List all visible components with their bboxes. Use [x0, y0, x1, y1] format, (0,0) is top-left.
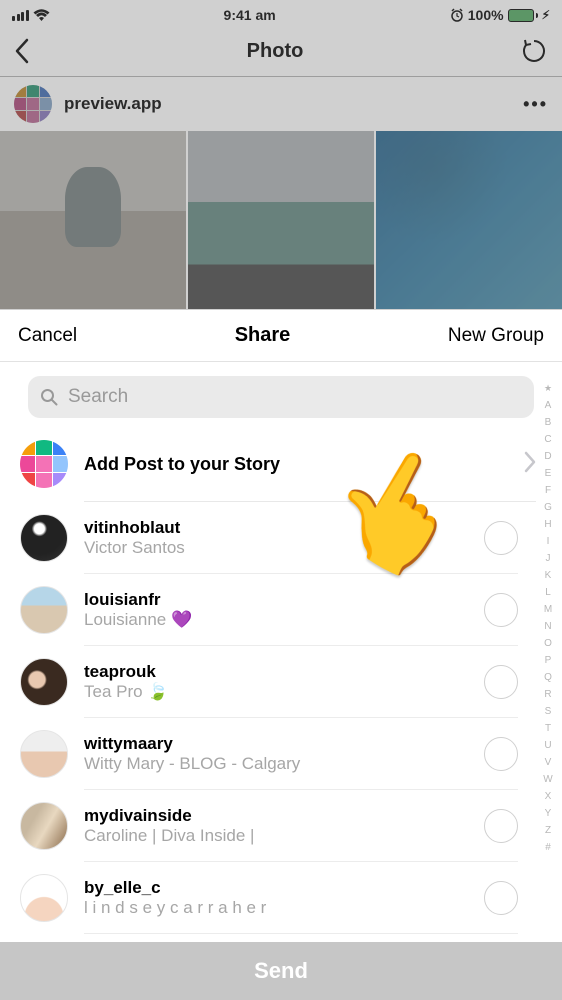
- carousel-image: [0, 131, 186, 309]
- search-icon: [40, 388, 58, 406]
- alpha-index-letter[interactable]: A: [545, 397, 552, 414]
- add-to-story-label: Add Post to your Story: [84, 454, 280, 475]
- alpha-index-letter[interactable]: ★: [544, 380, 552, 397]
- contact-row[interactable]: vitinhoblautVictor Santos: [0, 502, 562, 574]
- nav-bar: Photo: [0, 26, 562, 76]
- cellular-signal-icon: [12, 10, 29, 21]
- charging-icon: ⚡︎: [542, 8, 550, 22]
- contact-username: mydivainside: [84, 806, 468, 826]
- select-radio[interactable]: [484, 521, 518, 555]
- contact-username: vitinhoblaut: [84, 518, 468, 538]
- avatar: [20, 802, 68, 850]
- avatar: [20, 874, 68, 922]
- send-button[interactable]: Send: [0, 942, 562, 1000]
- select-radio[interactable]: [484, 737, 518, 771]
- contact-row[interactable]: teaproukTea Pro 🍃: [0, 646, 562, 718]
- contact-fullname: Caroline | Diva Inside |: [84, 826, 468, 846]
- author-username[interactable]: preview.app: [64, 94, 162, 114]
- story-app-icon: [20, 440, 68, 488]
- contact-row[interactable]: by_elle_cl i n d s e y c a r r a h e r: [0, 862, 562, 934]
- contact-fullname: Louisianne 💜: [84, 610, 468, 630]
- sheet-title: Share: [235, 324, 291, 347]
- contact-row[interactable]: louisianfrLouisianne 💜: [0, 574, 562, 646]
- author-avatar[interactable]: [14, 85, 52, 123]
- avatar: [20, 586, 68, 634]
- avatar: [20, 514, 68, 562]
- contact-username: teaprouk: [84, 662, 468, 682]
- avatar: [20, 658, 68, 706]
- post-carousel[interactable]: [0, 131, 562, 309]
- more-options-button[interactable]: •••: [523, 94, 548, 115]
- search-input[interactable]: [68, 386, 522, 408]
- search-box[interactable]: [28, 376, 534, 418]
- contact-row[interactable]: wittymaaryWitty Mary - BLOG - Calgary: [0, 718, 562, 790]
- undo-button[interactable]: [520, 37, 548, 65]
- chevron-right-icon: [524, 451, 536, 478]
- contact-fullname: l i n d s e y c a r r a h e r: [84, 898, 468, 918]
- battery-icon: [508, 9, 538, 22]
- cancel-button[interactable]: Cancel: [18, 325, 77, 347]
- post-header: preview.app •••: [0, 76, 562, 131]
- contact-fullname: Victor Santos: [84, 538, 468, 558]
- contact-username: by_elle_c: [84, 878, 468, 898]
- alarm-icon: [450, 8, 464, 22]
- select-radio[interactable]: [484, 881, 518, 915]
- select-radio[interactable]: [484, 593, 518, 627]
- avatar: [20, 730, 68, 778]
- carousel-image: [188, 131, 374, 309]
- wifi-icon: [33, 9, 50, 22]
- new-group-button[interactable]: New Group: [448, 325, 544, 347]
- select-radio[interactable]: [484, 809, 518, 843]
- battery-percent: 100%: [468, 7, 504, 23]
- share-sheet: Cancel Share New Group ★ABCDEFGHIJKLMNOP…: [0, 310, 562, 1000]
- contact-username: louisianfr: [84, 590, 468, 610]
- select-radio[interactable]: [484, 665, 518, 699]
- status-time: 9:41 am: [224, 7, 276, 23]
- send-label: Send: [254, 958, 308, 984]
- add-to-story-row[interactable]: Add Post to your Story: [0, 426, 562, 502]
- contact-fullname: Witty Mary - BLOG - Calgary: [84, 754, 468, 774]
- page-title: Photo: [247, 40, 304, 63]
- contact-fullname: Tea Pro 🍃: [84, 682, 468, 702]
- contact-row[interactable]: mydivainsideCaroline | Diva Inside |: [0, 790, 562, 862]
- contact-username: wittymaary: [84, 734, 468, 754]
- back-button[interactable]: [14, 38, 30, 64]
- status-bar: 9:41 am 100% ⚡︎: [0, 0, 562, 26]
- carousel-image: [376, 131, 562, 309]
